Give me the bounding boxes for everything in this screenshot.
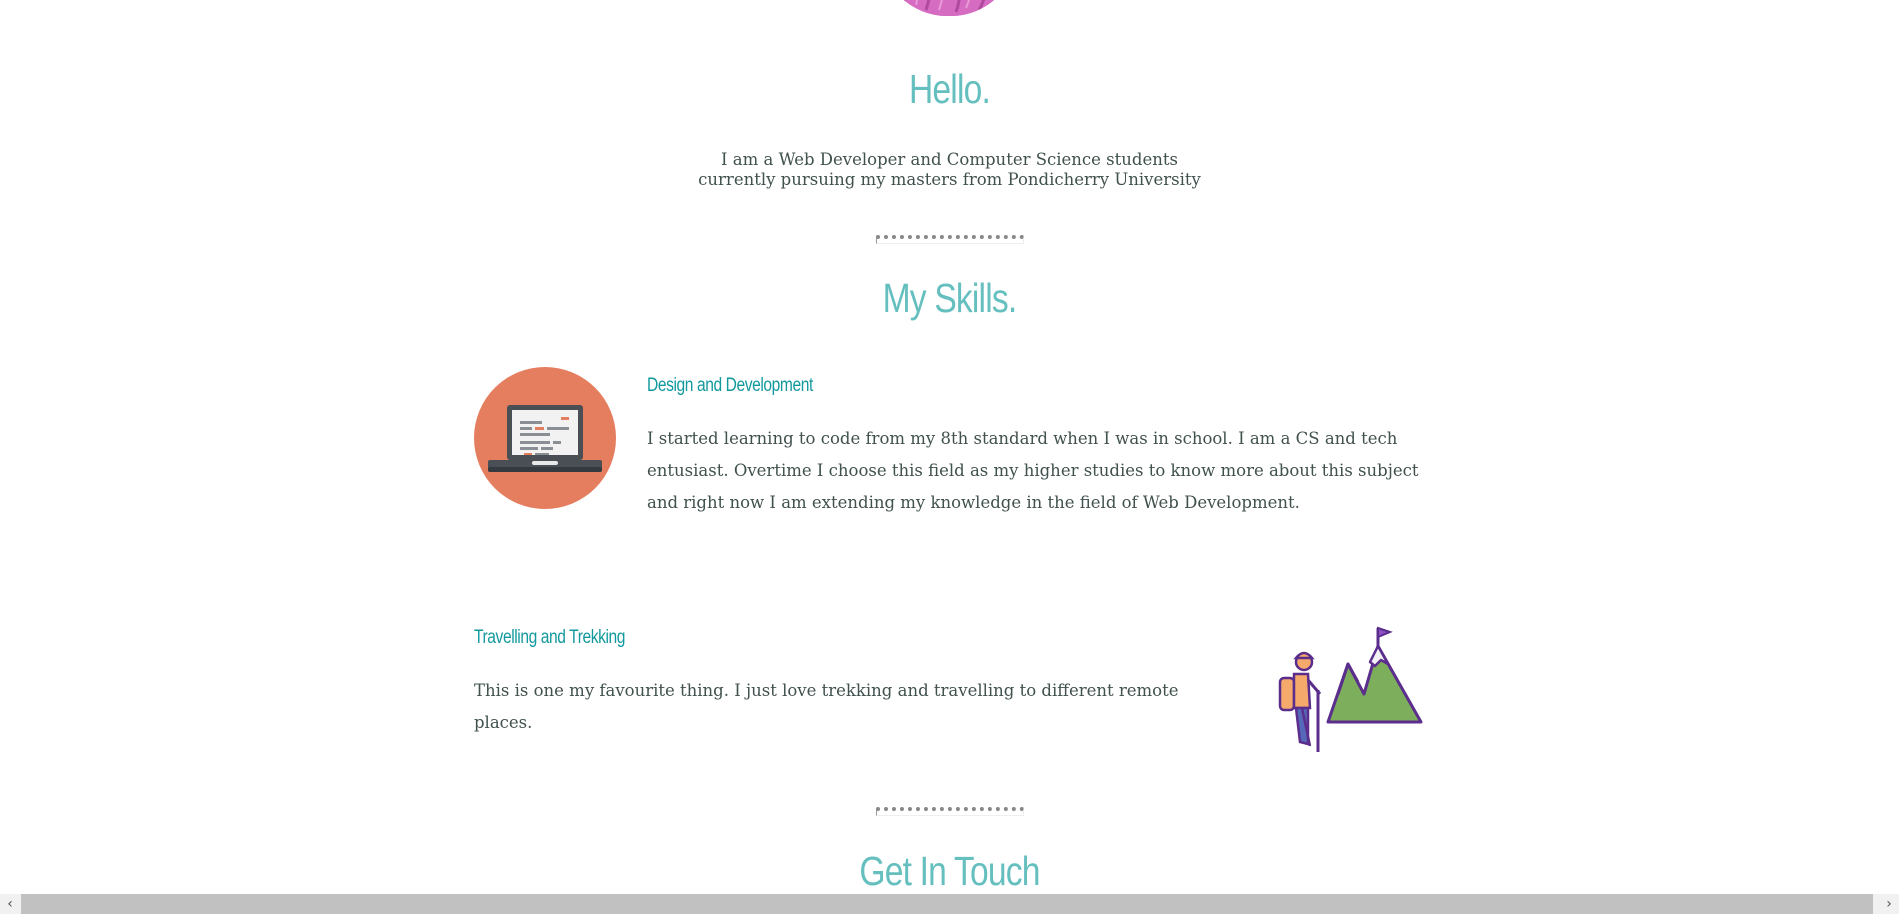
skill-text-travel: This is one my favourite thing. I just l… [474, 681, 1179, 732]
scroll-right-icon[interactable]: › [1879, 894, 1899, 914]
contact-title: Get In Touch [859, 848, 1040, 894]
page: Hello. I am a Web Developer and Computer… [0, 0, 1899, 914]
profile-image [881, 0, 1017, 16]
skill-heading-travel: Travelling and Trekking [474, 627, 626, 648]
skill-heading-design: Design and Development [647, 375, 813, 396]
hiker-mountain-icon [1278, 624, 1424, 760]
dotted-divider [876, 807, 1024, 816]
hello-title: Hello. [908, 66, 991, 112]
dotted-divider [876, 235, 1024, 244]
scroll-left-icon[interactable]: ‹ [0, 894, 20, 914]
horizontal-scrollbar[interactable]: ‹ › [0, 894, 1899, 914]
intro-text: I am a Web Developer and Computer Scienc… [698, 150, 1201, 189]
skills-title: My Skills. [882, 275, 1018, 321]
scrollbar-thumb[interactable] [21, 894, 1873, 914]
skill-text-design: I started learning to code from my 8th s… [647, 429, 1419, 512]
laptop-icon [474, 367, 616, 509]
